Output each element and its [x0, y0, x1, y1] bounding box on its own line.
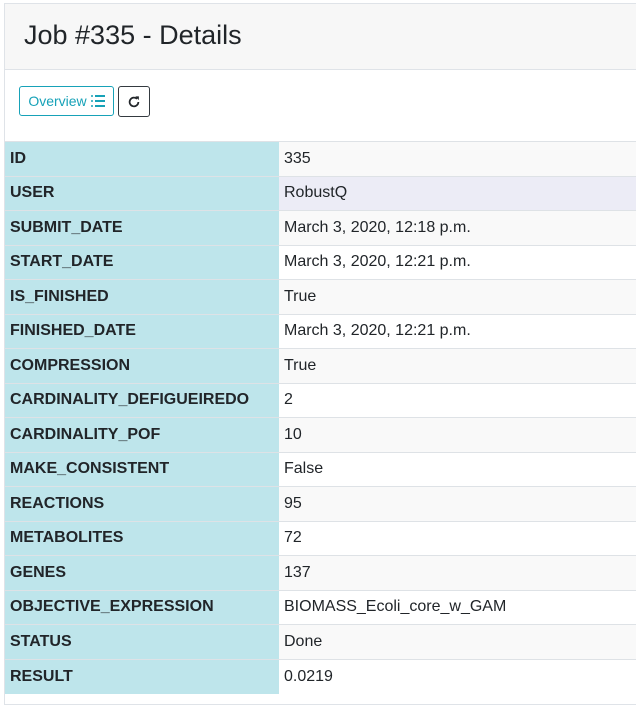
row-value: BIOMASS_Ecoli_core_w_GAM — [279, 589, 636, 625]
row-value: 95 — [279, 486, 636, 521]
row-value: True — [279, 279, 636, 314]
row-key: COMPRESSION — [5, 348, 279, 383]
table-row: USER RobustQ — [5, 175, 636, 211]
table-row: MAKE_CONSISTENT False — [5, 451, 636, 487]
row-key: GENES — [5, 555, 279, 590]
row-value: 0.0219 — [279, 658, 636, 694]
row-key: OBJECTIVE_EXPRESSION — [5, 589, 279, 625]
refresh-icon — [128, 95, 140, 107]
refresh-button[interactable] — [118, 86, 150, 117]
row-value: March 3, 2020, 12:18 p.m. — [279, 210, 636, 245]
row-value: Done — [279, 624, 636, 659]
overview-button-label: Overview — [28, 93, 87, 109]
row-key: CARDINALITY_POF — [5, 417, 279, 452]
row-value: 2 — [279, 382, 636, 418]
row-key: START_DATE — [5, 244, 279, 280]
table-row: CARDINALITY_POF 10 — [5, 417, 636, 452]
table-row: ID 335 — [5, 141, 636, 176]
row-key: ID — [5, 141, 279, 176]
table-row: IS_FINISHED True — [5, 279, 636, 314]
row-key: SUBMIT_DATE — [5, 210, 279, 245]
row-value: 137 — [279, 555, 636, 590]
row-key: METABOLITES — [5, 520, 279, 556]
table-row: FINISHED_DATE March 3, 2020, 12:21 p.m. — [5, 313, 636, 349]
row-value: 72 — [279, 520, 636, 556]
row-value: RobustQ — [279, 175, 636, 211]
table-row: STATUS Done — [5, 624, 636, 659]
overview-button[interactable]: Overview — [19, 86, 114, 116]
table-row: START_DATE March 3, 2020, 12:21 p.m. — [5, 244, 636, 280]
card-header: Job #335 - Details — [5, 4, 636, 70]
table-row: SUBMIT_DATE March 3, 2020, 12:18 p.m. — [5, 210, 636, 245]
table-row: OBJECTIVE_EXPRESSION BIOMASS_Ecoli_core_w… — [5, 589, 636, 625]
row-value: March 3, 2020, 12:21 p.m. — [279, 313, 636, 349]
row-value: False — [279, 451, 636, 487]
list-icon — [90, 95, 105, 107]
row-key: IS_FINISHED — [5, 279, 279, 314]
table-row: RESULT 0.0219 — [5, 658, 636, 694]
row-value: 10 — [279, 417, 636, 452]
row-value: March 3, 2020, 12:21 p.m. — [279, 244, 636, 280]
table-row: CARDINALITY_DEFIGUEIREDO 2 — [5, 382, 636, 418]
row-value: 335 — [279, 141, 636, 176]
row-key: RESULT — [5, 658, 279, 694]
job-details-table: ID 335 USER RobustQ SUBMIT_DATE March 3, 2020… — [5, 141, 636, 694]
row-key: REACTIONS — [5, 486, 279, 521]
row-key: CARDINALITY_DEFIGUEIREDO — [5, 382, 279, 418]
page-title: Job #335 - Details — [24, 20, 242, 50]
table-row: GENES 137 — [5, 555, 636, 590]
row-key: USER — [5, 175, 279, 211]
row-value: True — [279, 348, 636, 383]
row-key: MAKE_CONSISTENT — [5, 451, 279, 487]
row-key: FINISHED_DATE — [5, 313, 279, 349]
row-key: STATUS — [5, 624, 279, 659]
table-row: REACTIONS 95 — [5, 486, 636, 521]
table-row: METABOLITES 72 — [5, 520, 636, 556]
table-row: COMPRESSION True — [5, 348, 636, 383]
